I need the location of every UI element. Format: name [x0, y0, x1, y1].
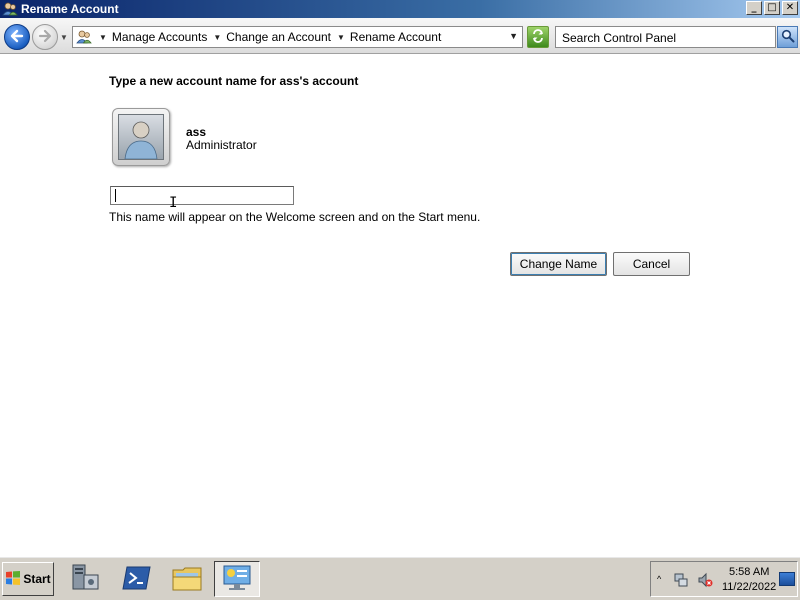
system-tray: ^ 5:58 AM 11/22/2022: [650, 561, 798, 597]
forward-button[interactable]: [32, 24, 58, 50]
maximize-button[interactable]: □: [764, 1, 780, 15]
powershell-icon: [122, 565, 152, 594]
windows-logo-icon: [5, 570, 21, 589]
volume-muted-icon[interactable]: [697, 572, 713, 588]
control-panel-icon: [75, 28, 93, 46]
refresh-icon: [531, 28, 545, 46]
avatar: [112, 108, 170, 166]
taskbar-explorer[interactable]: [164, 561, 210, 597]
clock-date[interactable]: 11/22/2022: [722, 581, 776, 593]
search-icon: [781, 29, 795, 46]
server-manager-icon: [69, 563, 101, 596]
ibeam-cursor-icon: I: [169, 195, 178, 211]
account-name: ass: [186, 125, 207, 139]
window-title: Rename Account: [21, 2, 119, 16]
back-button[interactable]: [4, 24, 30, 50]
close-button[interactable]: ✕: [782, 1, 798, 15]
window-controls: _ □ ✕: [746, 1, 798, 15]
search-input[interactable]: Search Control Panel: [555, 26, 776, 48]
name-hint: This name will appear on the Welcome scr…: [109, 210, 481, 224]
account-type: Administrator: [186, 138, 257, 152]
breadcrumb-change-account[interactable]: Change an Account: [226, 30, 331, 44]
back-arrow-icon: [9, 28, 25, 47]
breadcrumb-manage-accounts[interactable]: Manage Accounts: [112, 30, 207, 44]
folder-icon: [171, 564, 203, 595]
show-hidden-icons-icon[interactable]: ^: [657, 574, 661, 584]
breadcrumb-separator-icon[interactable]: ▼: [213, 33, 221, 42]
start-button[interactable]: Start: [2, 562, 54, 596]
refresh-button[interactable]: [527, 26, 549, 48]
show-desktop-icon[interactable]: [779, 572, 795, 586]
title-bar: Rename Account _ □ ✕: [0, 0, 800, 18]
cancel-button[interactable]: Cancel: [613, 252, 690, 276]
page-title: Type a new account name for ass's accoun…: [109, 74, 359, 88]
change-name-button[interactable]: Change Name: [510, 252, 607, 276]
breadcrumb-rename-account[interactable]: Rename Account: [350, 30, 441, 44]
search-button[interactable]: [777, 26, 798, 48]
users-icon: [2, 1, 18, 17]
clock-time[interactable]: 5:58 AM: [729, 566, 769, 578]
taskbar-powershell[interactable]: [114, 561, 160, 597]
breadcrumb[interactable]: ▼ Manage Accounts ▼ Change an Account ▼ …: [72, 26, 523, 48]
forward-arrow-icon: [37, 28, 53, 47]
start-label: Start: [23, 572, 51, 586]
taskbar: Start ^ 5:58 AM 11/22/2022: [0, 556, 800, 600]
network-icon[interactable]: [673, 572, 689, 588]
breadcrumb-separator-icon[interactable]: ▼: [337, 33, 345, 42]
user-picture-icon: [118, 114, 164, 160]
breadcrumb-separator-icon[interactable]: ▼: [99, 33, 107, 42]
taskbar-control-panel[interactable]: [214, 561, 260, 597]
taskbar-server-manager[interactable]: [62, 561, 108, 597]
control-panel-icon: [221, 563, 253, 596]
recent-pages-chevron-icon[interactable]: ▼: [60, 33, 68, 42]
address-bar: ▼ ▼ Manage Accounts ▼ Change an Account …: [0, 18, 800, 54]
new-account-name-input[interactable]: [110, 186, 294, 205]
minimize-button[interactable]: _: [746, 1, 762, 15]
address-history-chevron-icon[interactable]: ▼: [509, 31, 518, 41]
text-caret: [115, 189, 116, 202]
